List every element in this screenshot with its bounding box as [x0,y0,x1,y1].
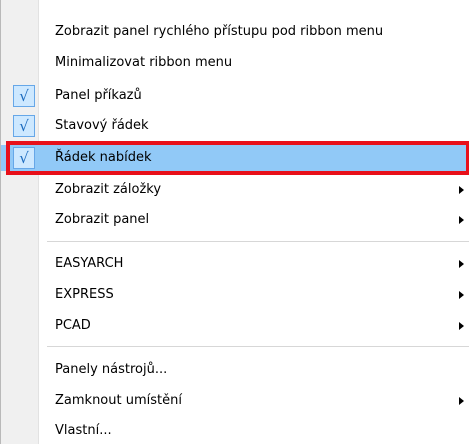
menu-item-command-panel[interactable]: √ Panel příkazů [1,83,469,109]
submenu-arrow-icon [459,397,464,405]
menu-item-label: Zamknout umístění [55,393,182,408]
menu-item-express[interactable]: EXPRESS [1,282,469,308]
checkmark-icon: √ [13,85,35,107]
menu-item-lock-position[interactable]: Zamknout umístění [1,388,469,414]
submenu-arrow-icon [459,291,464,299]
submenu-arrow-icon [459,322,464,330]
checkmark-icon: √ [13,115,35,137]
menu-item-toolbars[interactable]: Panely nástrojů... [1,357,469,383]
submenu-arrow-icon [459,260,464,268]
menu-item-label: Vlastní... [55,423,112,438]
menu-item-label: Zobrazit panel [55,212,150,227]
menu-item-label: Řádek nabídek [55,150,152,165]
menu-item-label: Zobrazit panel rychlého přístupu pod rib… [55,24,384,39]
menu-item-show-tabs[interactable]: Zobrazit záložky [1,177,469,203]
menu-item-menu-bar[interactable]: √ Řádek nabídek [1,145,469,171]
menu-separator [47,241,469,242]
menu-item-label: EASYARCH [55,256,124,271]
menu-item-custom[interactable]: Vlastní... [1,418,469,444]
menu-item-show-quick-access-below-ribbon[interactable]: Zobrazit panel rychlého přístupu pod rib… [1,19,469,45]
menu-item-pcad[interactable]: PCAD [1,313,469,339]
checkmark-icon: √ [13,147,35,169]
menu-item-easyarch[interactable]: EASYARCH [1,251,469,277]
menu-item-status-bar[interactable]: √ Stavový řádek [1,113,469,139]
menu-item-label: PCAD [55,318,91,333]
context-menu: Zobrazit panel rychlého přístupu pod rib… [0,0,469,444]
menu-item-show-panel[interactable]: Zobrazit panel [1,207,469,233]
menu-item-label: Stavový řádek [55,118,149,133]
menu-item-label: Panely nástrojů... [55,362,168,377]
menu-item-minimize-ribbon[interactable]: Minimalizovat ribbon menu [1,50,469,76]
menu-item-label: EXPRESS [55,287,114,302]
menu-item-label: Minimalizovat ribbon menu [55,55,233,70]
menu-separator [47,346,469,347]
menu-item-label: Zobrazit záložky [55,182,162,197]
submenu-arrow-icon [459,216,464,224]
menu-item-label: Panel příkazů [55,88,142,103]
submenu-arrow-icon [459,186,464,194]
